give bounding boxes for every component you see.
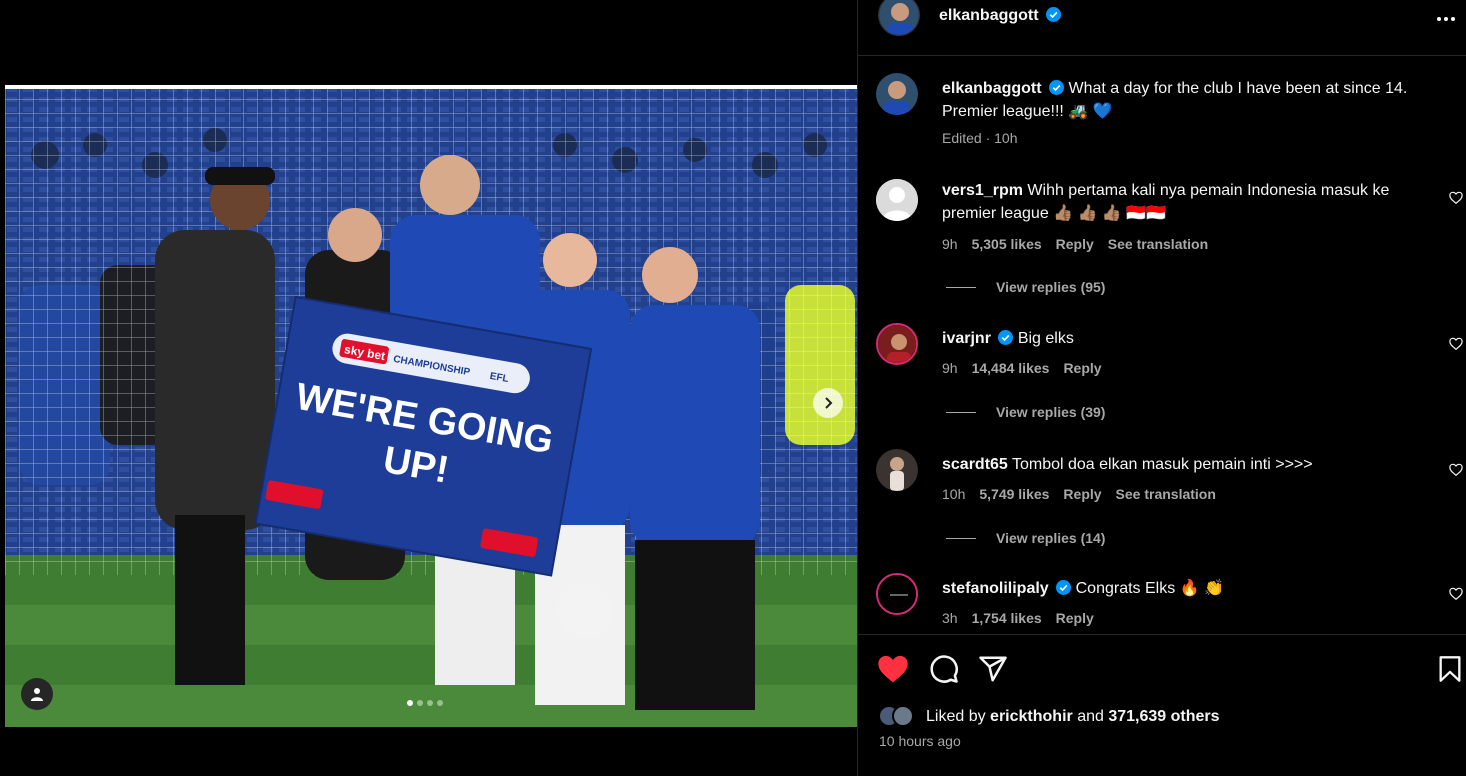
carousel-dot[interactable]: [427, 700, 433, 706]
liked-by-user[interactable]: erickthohir: [990, 708, 1073, 726]
comment-avatar[interactable]: [876, 573, 918, 615]
reply-button[interactable]: Reply: [1056, 236, 1094, 252]
comment-avatar[interactable]: [876, 449, 918, 491]
caption-meta: Edited · 10h: [942, 130, 1018, 146]
comment-text-block: vers1_rpm Wihh pertama kali nya pemain I…: [942, 179, 1442, 225]
reply-button[interactable]: Reply: [1056, 610, 1094, 626]
comment-heart-icon[interactable]: [1449, 337, 1463, 351]
liked-by-count[interactable]: 371,639 others: [1108, 708, 1219, 726]
comment-likes[interactable]: 14,484 likes: [972, 360, 1050, 376]
comment-meta: 10h 5,749 likes Reply See translation: [942, 486, 1216, 502]
carousel-dot[interactable]: [417, 700, 423, 706]
comment-username[interactable]: scardt65: [942, 456, 1008, 473]
view-replies-label[interactable]: View replies (95): [996, 279, 1105, 295]
carousel-dot[interactable]: [437, 700, 443, 706]
author-username[interactable]: elkanbaggott: [939, 7, 1062, 25]
share-icon[interactable]: [978, 654, 1008, 684]
comment-avatar[interactable]: [876, 323, 918, 365]
comment-time[interactable]: 10h: [942, 486, 965, 502]
more-icon[interactable]: [1436, 5, 1456, 28]
comment-username[interactable]: ivarjnr: [942, 330, 991, 347]
liked-by-and: and: [1077, 708, 1104, 725]
action-bar: Liked by erickthohir and 371,639 others …: [858, 634, 1466, 776]
comment-time[interactable]: 3h: [942, 610, 958, 626]
save-icon[interactable]: [1438, 655, 1462, 683]
liked-by: Liked by erickthohir and 371,639 others: [878, 705, 1220, 729]
view-replies-button[interactable]: View replies (39): [946, 404, 1105, 420]
verified-icon: [1056, 580, 1072, 595]
comment-text-block: scardt65 Tombol doa elkan masuk pemain i…: [942, 453, 1442, 476]
see-translation-button[interactable]: See translation: [1116, 486, 1216, 502]
reply-button[interactable]: Reply: [1063, 360, 1101, 376]
comment-text-block: ivarjnr Big elks: [942, 327, 1442, 350]
comment-heart-icon[interactable]: [1449, 191, 1463, 205]
comment-username[interactable]: stefanolilipaly: [942, 580, 1049, 597]
view-replies-line: [946, 286, 976, 288]
comment-text: Congrats Elks 🔥 👏: [1075, 580, 1224, 597]
view-replies-label[interactable]: View replies (14): [996, 530, 1105, 546]
post-header: elkanbaggott: [858, 0, 1466, 56]
celebration-photo: sky bet CHAMPIONSHIP EFL WE'RE GOING UP!: [5, 85, 857, 727]
reply-button[interactable]: Reply: [1063, 486, 1101, 502]
comment-icon[interactable]: [929, 654, 959, 684]
view-replies-button[interactable]: View replies (14): [946, 530, 1105, 546]
verified-icon: [1046, 7, 1062, 22]
comment-text: Big elks: [1017, 330, 1074, 347]
comment-avatar[interactable]: [876, 179, 918, 221]
post-photo[interactable]: sky bet CHAMPIONSHIP EFL WE'RE GOING UP!: [5, 85, 857, 727]
comment-heart-icon[interactable]: [1449, 587, 1463, 601]
user-tag-icon[interactable]: [21, 678, 53, 710]
author-avatar[interactable]: [878, 0, 920, 36]
comments-list[interactable]: elkanbaggott What a day for the club I h…: [858, 57, 1466, 633]
comment-likes[interactable]: 1,754 likes: [972, 610, 1042, 626]
comment-likes[interactable]: 5,749 likes: [979, 486, 1049, 502]
author-username-text[interactable]: elkanbaggott: [939, 7, 1039, 24]
comment-time[interactable]: 9h: [942, 360, 958, 376]
view-replies-label[interactable]: View replies (39): [996, 404, 1105, 420]
comment-text-block: stefanolilipaly Congrats Elks 🔥 👏: [942, 577, 1442, 600]
liked-by-avatars[interactable]: [878, 705, 926, 729]
heart-icon[interactable]: [877, 654, 909, 684]
comment-meta: 9h 14,484 likes Reply: [942, 360, 1102, 376]
next-arrow-icon[interactable]: [813, 388, 843, 418]
caption-username[interactable]: elkanbaggott: [942, 80, 1042, 97]
verified-icon: [1049, 80, 1065, 95]
comment-heart-icon[interactable]: [1449, 463, 1463, 477]
view-replies-line: [946, 411, 976, 413]
caption-meta-text: Edited · 10h: [942, 130, 1018, 146]
view-replies-button[interactable]: View replies (95): [946, 279, 1105, 295]
verified-icon: [998, 330, 1014, 345]
carousel-dot[interactable]: [407, 700, 413, 706]
comment-username[interactable]: vers1_rpm: [942, 182, 1023, 199]
view-replies-line: [946, 537, 976, 539]
post-side-panel: elkanbaggott elkanbaggott What a day for…: [857, 0, 1466, 776]
comment-text: Tombol doa elkan masuk pemain inti >>>>: [1011, 456, 1313, 473]
comment-meta: 3h 1,754 likes Reply: [942, 610, 1094, 626]
comment-meta: 9h 5,305 likes Reply See translation: [942, 236, 1208, 252]
post-time[interactable]: 10 hours ago: [879, 733, 961, 749]
liked-by-prefix: Liked by: [926, 708, 986, 725]
see-translation-button[interactable]: See translation: [1108, 236, 1208, 252]
caption-avatar[interactable]: [876, 73, 918, 115]
liker-avatar: [892, 705, 914, 727]
comment-time[interactable]: 9h: [942, 236, 958, 252]
carousel-dots: [407, 700, 443, 706]
caption-text-block: elkanbaggott What a day for the club I h…: [942, 77, 1442, 123]
comment-likes[interactable]: 5,305 likes: [972, 236, 1042, 252]
